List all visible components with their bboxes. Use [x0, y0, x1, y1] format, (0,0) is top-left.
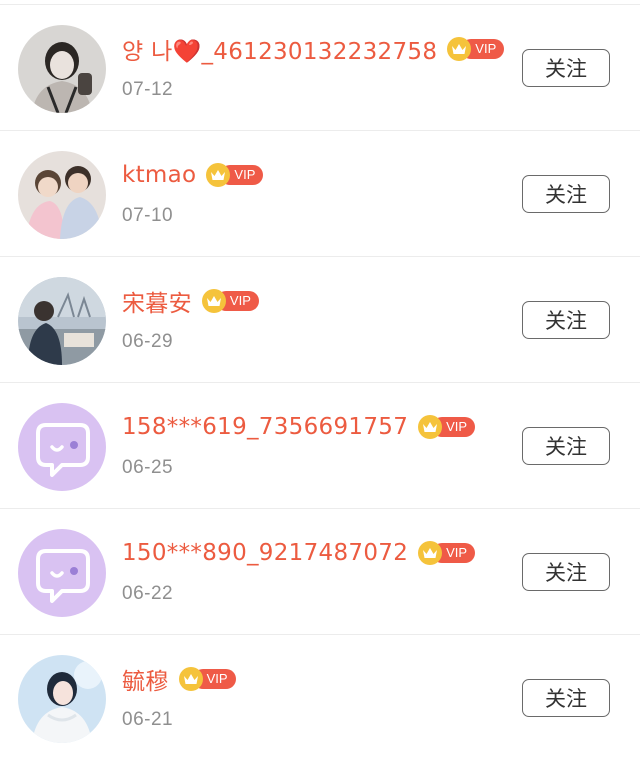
user-name[interactable]: 宋暮安 [122, 284, 192, 318]
crown-icon [418, 541, 443, 565]
follow-button[interactable]: 关注 [522, 553, 610, 591]
list-item[interactable]: ktmao VIP 07-10 关注 [0, 131, 640, 257]
user-name[interactable]: 158***619_7356691757 [122, 414, 408, 440]
crown-icon [178, 667, 203, 691]
list-item[interactable]: 宋暮安 VIP 06-29 关注 [0, 257, 640, 383]
list-item[interactable]: 158***619_7356691757 VIP 06-25 关注 [0, 383, 640, 509]
follow-date: 06-22 [122, 583, 174, 604]
user-name[interactable]: 양 나❤️_461230132232758 [122, 32, 437, 66]
list-item[interactable]: 150***890_9217487072 VIP 06-22 关注 [0, 509, 640, 635]
list-item[interactable]: 양 나❤️_461230132232758 VIP 07-12 关注 [0, 5, 640, 131]
follow-button[interactable]: 关注 [522, 301, 610, 339]
follow-button[interactable]: 关注 [522, 427, 610, 465]
follow-button[interactable]: 关注 [522, 679, 610, 717]
follow-date: 07-12 [122, 79, 174, 100]
follower-list: 양 나❤️_461230132232758 VIP 07-12 关注 ktmao… [0, 0, 640, 759]
vip-badge: VIP [418, 541, 476, 565]
avatar[interactable] [18, 151, 106, 239]
user-name[interactable]: 毓穆 [122, 662, 169, 696]
user-name[interactable]: ktmao [122, 162, 196, 188]
follow-date: 07-10 [122, 205, 174, 226]
follow-date: 06-25 [122, 457, 174, 478]
list-item[interactable]: 毓穆 VIP 06-21 关注 [0, 635, 640, 761]
avatar[interactable] [18, 403, 106, 491]
crown-icon [418, 415, 443, 439]
follow-button[interactable]: 关注 [522, 175, 610, 213]
follow-date: 06-21 [122, 709, 174, 730]
avatar[interactable] [18, 655, 106, 743]
vip-badge: VIP [201, 289, 259, 313]
vip-badge: VIP [206, 163, 264, 187]
follow-date: 06-29 [122, 331, 174, 352]
avatar[interactable] [18, 529, 106, 617]
user-name[interactable]: 150***890_9217487072 [122, 540, 408, 566]
vip-badge: VIP [418, 415, 476, 439]
vip-badge: VIP [447, 37, 505, 61]
vip-badge: VIP [178, 667, 236, 691]
avatar[interactable] [18, 25, 106, 113]
avatar[interactable] [18, 277, 106, 365]
crown-icon [201, 289, 226, 313]
chat-bubble-icon [18, 403, 106, 491]
chat-bubble-icon [18, 529, 106, 617]
follow-button[interactable]: 关注 [522, 49, 610, 87]
